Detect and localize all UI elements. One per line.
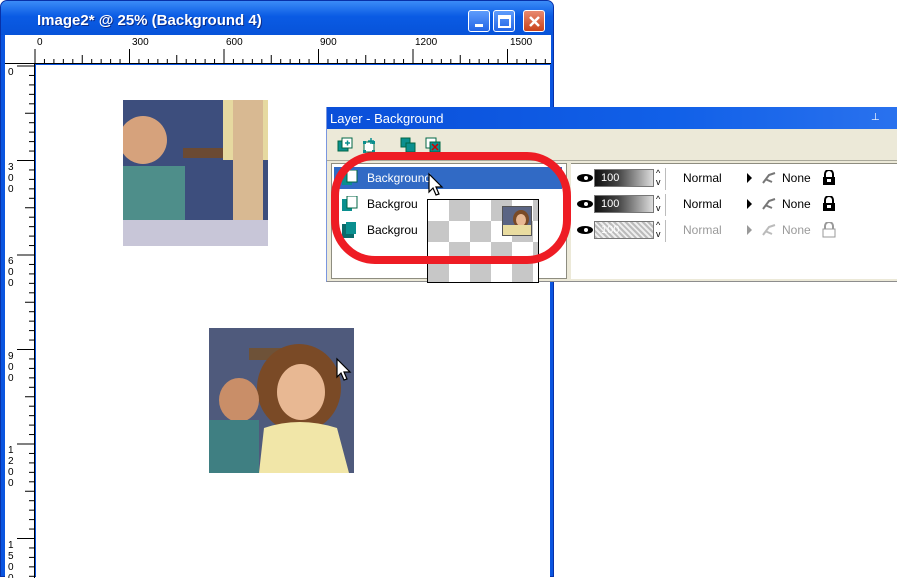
layer-props-row: 100 ^ v Normal None <box>570 219 897 243</box>
ruler-ticks <box>17 65 34 577</box>
link-mask-icon[interactable] <box>760 222 778 238</box>
image-window-titlebar[interactable]: Image2* @ 25% (Background 4) <box>1 1 553 35</box>
ruler-label: 600 <box>8 256 14 289</box>
expand-arrow-icon[interactable] <box>747 173 752 183</box>
lock-icon[interactable] <box>822 222 836 238</box>
lock-icon[interactable] <box>822 196 836 212</box>
ruler-label: 1200 <box>8 445 14 489</box>
blend-mode[interactable]: Normal <box>683 197 722 211</box>
ruler-label: 0 <box>37 37 43 48</box>
layer-props-row: 100 ^ v Normal None <box>570 193 897 217</box>
mask-label: None <box>782 197 811 211</box>
maximize-button[interactable] <box>493 10 515 32</box>
visibility-eye-icon[interactable] <box>576 197 594 211</box>
blend-mode[interactable]: Normal <box>683 223 722 237</box>
divider <box>665 168 666 190</box>
ruler-label: 900 <box>8 351 14 384</box>
drag-cursor-icon <box>428 172 444 196</box>
image-window: Image2* @ 25% (Background 4) 0 300 600 9… <box>0 0 554 578</box>
ruler-label: 600 <box>226 37 243 48</box>
children-photo <box>123 100 268 246</box>
ruler-label: 1500 <box>8 540 14 578</box>
opacity-spin-icon[interactable]: ^ v <box>656 169 664 187</box>
lock-icon[interactable] <box>822 170 836 186</box>
ruler-label: 900 <box>320 37 337 48</box>
ruler-label: 300 <box>8 162 14 195</box>
mouse-pointer-icon <box>336 357 352 381</box>
photo-layer-children-smiling[interactable] <box>209 328 354 473</box>
mask-label: None <box>782 171 811 185</box>
minimize-button[interactable] <box>468 10 490 32</box>
ruler-label: 1200 <box>415 37 438 48</box>
divider <box>665 220 666 242</box>
image-window-title: Image2* @ 25% (Background 4) <box>37 12 262 29</box>
ruler-ticks <box>34 49 546 63</box>
link-mask-icon[interactable] <box>760 196 778 212</box>
opacity-slider[interactable]: 100 <box>594 195 654 213</box>
ruler-label: 0 <box>8 67 14 78</box>
opacity-spin-icon[interactable]: ^ v <box>656 195 664 213</box>
ruler-label: 1500 <box>510 37 533 48</box>
close-icon <box>529 16 540 27</box>
link-mask-icon[interactable] <box>760 170 778 186</box>
blend-mode[interactable]: Normal <box>683 171 722 185</box>
minimize-icon <box>475 24 483 27</box>
close-button[interactable] <box>523 10 545 32</box>
divider <box>665 194 666 216</box>
maximize-icon <box>498 15 511 28</box>
mask-label: None <box>782 223 811 237</box>
ruler-label: 300 <box>132 37 149 48</box>
children-photo <box>209 328 354 473</box>
visibility-eye-icon[interactable] <box>576 171 594 185</box>
vertical-ruler[interactable]: 0 300 600 900 1200 1500 <box>5 64 35 578</box>
expand-arrow-icon[interactable] <box>747 199 752 209</box>
horizontal-ruler[interactable]: 0 300 600 900 1200 1500 <box>23 35 551 64</box>
opacity-slider[interactable]: 100 <box>594 221 654 239</box>
opacity-slider[interactable]: 100 <box>594 169 654 187</box>
expand-arrow-icon[interactable] <box>747 225 752 235</box>
opacity-spin-icon[interactable]: ^ v <box>656 221 664 239</box>
layer-props-row: 100 ^ v Normal None <box>570 167 897 191</box>
photo-layer-children-bed[interactable] <box>123 100 268 246</box>
visibility-eye-icon[interactable] <box>576 223 594 237</box>
annotation-highlight <box>331 152 571 264</box>
